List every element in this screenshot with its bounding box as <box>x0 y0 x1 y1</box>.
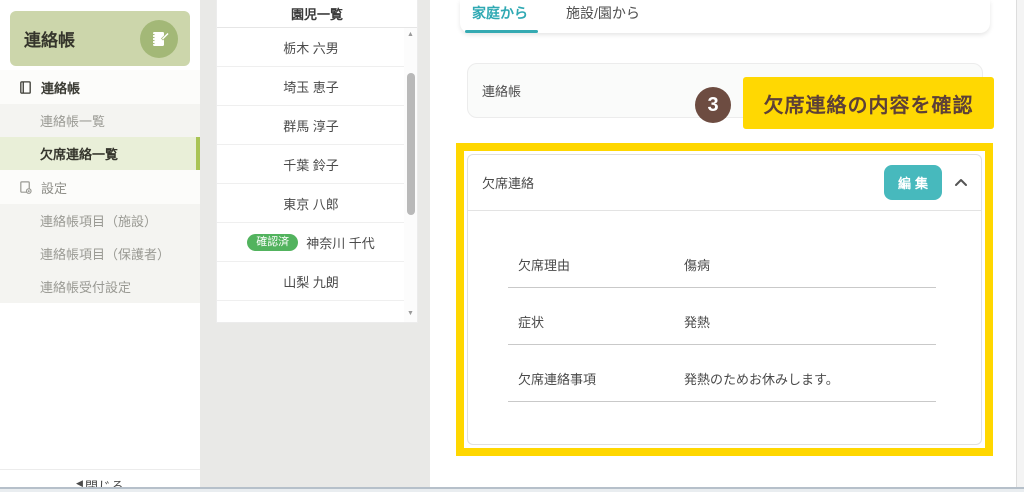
sidebar-item-label: 連絡帳受付設定 <box>40 277 131 296</box>
children-list-title: 園児一覧 <box>217 0 417 28</box>
field-label: 欠席連絡事項 <box>518 369 684 388</box>
absence-card-title: 欠席連絡 <box>482 173 534 192</box>
scroll-down-icon[interactable]: ▼ <box>404 307 417 320</box>
sidebar-item-renrakucho-list[interactable]: 連絡帳一覧 <box>0 104 200 137</box>
tab-label: 家庭から <box>472 5 528 21</box>
sidebar-item-absence-list[interactable]: 欠席連絡一覧 <box>0 137 200 170</box>
list-item[interactable]: 栃木 六男 <box>217 28 417 67</box>
renrakucho-card-title: 連絡帳 <box>482 81 521 100</box>
children-list-scrollbar[interactable]: ▲ ▼ <box>404 28 417 322</box>
sidebar-item-label: 連絡帳項目（施設） <box>40 211 157 230</box>
chevron-up-icon[interactable] <box>954 178 968 187</box>
child-name: 群馬 淳子 <box>283 116 339 135</box>
child-name: 栃木 六男 <box>283 38 339 57</box>
child-name: 東京 八郎 <box>283 194 339 213</box>
annotation-label: 欠席連絡の内容を確認 <box>743 77 994 129</box>
child-name: 千葉 鈴子 <box>283 155 339 174</box>
sidebar-item-items-facility[interactable]: 連絡帳項目（施設） <box>0 204 200 237</box>
field-label: 欠席理由 <box>518 255 684 274</box>
field-row-symptom: 症状 発熱 <box>508 312 936 345</box>
absence-report-card: 欠席連絡 編集 欠席理由 傷病 症状 発熱 <box>467 154 982 445</box>
child-name: 埼玉 恵子 <box>283 77 339 96</box>
list-item[interactable]: 確認済 神奈川 千代 <box>217 223 417 262</box>
scrollbar-thumb[interactable] <box>407 73 415 215</box>
field-row-notes: 欠席連絡事項 発熱のためお休みします。 <box>508 369 936 402</box>
list-item[interactable]: 山梨 九朗 <box>217 262 417 301</box>
children-list-panel: 園児一覧 栃木 六男 埼玉 恵子 群馬 淳子 千葉 鈴子 東京 八郎 確認済 神… <box>216 0 418 323</box>
sidebar-item-reception-settings[interactable]: 連絡帳受付設定 <box>0 270 200 303</box>
field-row-reason: 欠席理由 傷病 <box>508 255 936 288</box>
field-label: 症状 <box>518 312 684 331</box>
sidebar-header: 連絡帳 <box>10 11 190 66</box>
tab-label: 施設/園から <box>566 5 640 21</box>
highlight-frame: 欠席連絡 編集 欠席理由 傷病 症状 発熱 <box>456 143 993 456</box>
sidebar-item-settings[interactable]: 設定 <box>0 170 200 204</box>
absence-card-header: 欠席連絡 編集 <box>468 155 981 211</box>
notebook-gear-icon <box>18 180 33 195</box>
edit-button[interactable]: 編集 <box>884 165 942 200</box>
main-content: 家庭から 施設/園から 連絡帳 3 欠席連絡の内容を確認 欠席連絡 編集 <box>430 0 1016 487</box>
field-value: 発熱 <box>684 312 710 331</box>
sidebar-item-renrakucho[interactable]: 連絡帳 <box>0 70 200 104</box>
notebook-pencil-icon <box>140 20 178 58</box>
app-title: 連絡帳 <box>24 26 75 51</box>
list-item[interactable]: 東京 八郎 <box>217 184 417 223</box>
step-number: 3 <box>707 94 718 117</box>
field-value: 傷病 <box>684 255 710 274</box>
list-item[interactable]: 千葉 鈴子 <box>217 145 417 184</box>
child-name: 山梨 九朗 <box>283 272 339 291</box>
list-item[interactable]: 群馬 淳子 <box>217 106 417 145</box>
sidebar-item-label: 欠席連絡一覧 <box>40 144 118 163</box>
sidebar-item-label: 連絡帳項目（保護者） <box>40 244 170 263</box>
window-bottom-edge <box>0 487 1024 492</box>
list-item[interactable]: 埼玉 恵子 <box>217 67 417 106</box>
sidebar-item-label: 設定 <box>41 178 67 197</box>
source-tabbar: 家庭から 施設/園から <box>460 0 990 33</box>
sidebar-item-label: 連絡帳一覧 <box>40 111 105 130</box>
annotation-text: 欠席連絡の内容を確認 <box>764 89 974 118</box>
child-name: 神奈川 千代 <box>306 233 375 252</box>
absence-fields: 欠席理由 傷病 症状 発熱 欠席連絡事項 発熱のためお休みします。 <box>468 211 981 402</box>
field-value: 発熱のためお休みします。 <box>684 369 839 388</box>
sidebar-menu: 連絡帳 連絡帳一覧 欠席連絡一覧 設定 連絡帳項目（施設） 連絡帳項目（保護者） <box>0 70 200 303</box>
confirmed-badge: 確認済 <box>247 234 298 251</box>
active-tab-underline <box>465 30 538 33</box>
notebook-icon <box>18 80 33 95</box>
sidebar-item-label: 連絡帳 <box>41 78 80 97</box>
tab-from-facility[interactable]: 施設/園から <box>554 3 652 33</box>
sidebar-item-items-guardian[interactable]: 連絡帳項目（保護者） <box>0 237 200 270</box>
main-scrollbar[interactable] <box>1016 0 1024 487</box>
sidebar: 連絡帳 連絡帳 連絡帳一覧 欠席連絡一覧 <box>0 0 200 492</box>
tab-from-home[interactable]: 家庭から <box>460 3 540 33</box>
step-3-marker: 3 <box>695 87 731 123</box>
scroll-up-icon[interactable]: ▲ <box>404 28 417 41</box>
